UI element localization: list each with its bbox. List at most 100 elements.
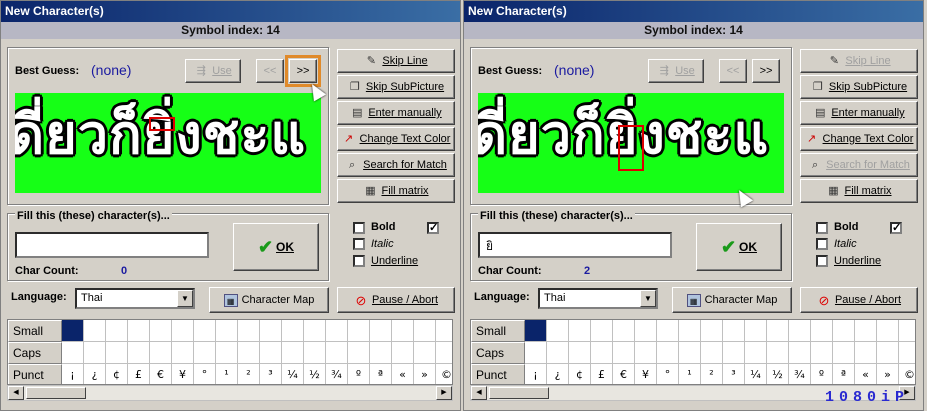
grid-cell[interactable]: ¥	[172, 364, 194, 384]
search-for-match-button[interactable]: ⌕ Search for Match	[337, 153, 455, 177]
grid-cell[interactable]	[106, 320, 128, 342]
grid-cell[interactable]	[194, 342, 216, 364]
grid-cell[interactable]	[128, 342, 150, 364]
grid-row-caps[interactable]: Caps	[8, 342, 62, 364]
grid-row-caps[interactable]: Caps	[471, 342, 525, 364]
grid-cell[interactable]	[436, 342, 452, 364]
language-select[interactable]: Thai ▼	[538, 288, 658, 309]
grid-cell[interactable]	[370, 342, 392, 364]
scroll-left-icon[interactable]: ◀	[471, 386, 487, 400]
grid-cell[interactable]	[635, 320, 657, 342]
grid-cell[interactable]: ©	[899, 364, 915, 384]
grid-row-small[interactable]: Small	[8, 320, 62, 342]
chevron-down-icon[interactable]: ▼	[177, 290, 193, 307]
italic-checkbox[interactable]	[353, 238, 365, 250]
grid-cell[interactable]: ¹	[679, 364, 701, 384]
bold-checkbox[interactable]	[353, 222, 365, 234]
fill-matrix-button[interactable]: ▦ Fill matrix	[800, 179, 918, 203]
grid-cell[interactable]	[811, 320, 833, 342]
grid-cell[interactable]: °	[194, 364, 216, 384]
grid-cell[interactable]	[392, 320, 414, 342]
grid-cell[interactable]	[414, 320, 436, 342]
grid-cell[interactable]: «	[855, 364, 877, 384]
grid-cell[interactable]	[392, 342, 414, 364]
grid-cell[interactable]	[326, 320, 348, 342]
skip-subpicture-button[interactable]: ❐ Skip SubPicture	[800, 75, 918, 99]
grid-cell[interactable]: º	[811, 364, 833, 384]
scroll-thumb[interactable]	[26, 387, 86, 399]
grid-cell[interactable]	[877, 320, 899, 342]
grid-cell[interactable]	[723, 320, 745, 342]
enter-manually-button[interactable]: ▤ Enter manually	[800, 101, 918, 125]
grid-cell[interactable]: €	[150, 364, 172, 384]
next-button[interactable]: >>	[752, 59, 780, 83]
skip-line-button[interactable]: ✎ Skip Line	[337, 49, 455, 73]
grid-cell[interactable]: €	[613, 364, 635, 384]
grid-cell[interactable]	[591, 342, 613, 364]
grid-cell[interactable]: ³	[723, 364, 745, 384]
grid-cell[interactable]	[613, 342, 635, 364]
fill-matrix-button[interactable]: ▦ Fill matrix	[337, 179, 455, 203]
ok-button[interactable]: ✔ OK	[696, 223, 782, 271]
grid-cell[interactable]: ²	[238, 364, 260, 384]
grid-cell[interactable]	[172, 342, 194, 364]
grid-cell[interactable]: ¼	[282, 364, 304, 384]
grid-cell[interactable]	[238, 342, 260, 364]
grid-cell[interactable]	[855, 320, 877, 342]
ok-button[interactable]: ✔ OK	[233, 223, 319, 271]
grid-cell[interactable]	[106, 342, 128, 364]
skip-line-button[interactable]: ✎ Skip Line	[800, 49, 918, 73]
grid-cell[interactable]: ¹	[216, 364, 238, 384]
grid-cell[interactable]	[216, 320, 238, 342]
grid-cell[interactable]: ¾	[789, 364, 811, 384]
grid-row-small[interactable]: Small	[471, 320, 525, 342]
bold-checkbox[interactable]	[816, 222, 828, 234]
underline-checkbox[interactable]	[353, 255, 365, 267]
grid-cell[interactable]	[591, 320, 613, 342]
grid-cell[interactable]: »	[877, 364, 899, 384]
grid-cell[interactable]: ¼	[745, 364, 767, 384]
grid-cell[interactable]: £	[128, 364, 150, 384]
bold-check-indicator[interactable]: ✓	[890, 222, 902, 234]
chevron-down-icon[interactable]: ▼	[640, 290, 656, 307]
grid-cell[interactable]	[84, 342, 106, 364]
grid-cell[interactable]: ³	[260, 364, 282, 384]
grid-cell[interactable]	[569, 342, 591, 364]
grid-cell[interactable]	[745, 320, 767, 342]
search-for-match-button[interactable]: ⌕ Search for Match	[800, 153, 918, 177]
change-text-color-button[interactable]: ↗ Change Text Color	[800, 127, 918, 151]
language-select[interactable]: Thai ▼	[75, 288, 195, 309]
previous-button[interactable]: <<	[256, 59, 284, 83]
grid-cell[interactable]: ¾	[326, 364, 348, 384]
grid-cell[interactable]	[723, 342, 745, 364]
grid-cell[interactable]	[789, 342, 811, 364]
grid-cell[interactable]: ²	[701, 364, 723, 384]
grid-cell[interactable]	[304, 320, 326, 342]
grid-cell[interactable]	[789, 320, 811, 342]
underline-checkbox[interactable]	[816, 255, 828, 267]
grid-cell[interactable]: ©	[436, 364, 452, 384]
next-button[interactable]: >>	[285, 55, 321, 87]
grid-cell[interactable]: ¥	[635, 364, 657, 384]
grid-cell[interactable]	[326, 342, 348, 364]
skip-subpicture-button[interactable]: ❐ Skip SubPicture	[337, 75, 455, 99]
grid-cell[interactable]	[348, 320, 370, 342]
scroll-thumb[interactable]	[489, 387, 549, 399]
grid-cell[interactable]: «	[392, 364, 414, 384]
grid-cell[interactable]	[679, 320, 701, 342]
grid-cell[interactable]	[899, 342, 915, 364]
grid-cell[interactable]: ¢	[106, 364, 128, 384]
grid-cell[interactable]: ¿	[84, 364, 106, 384]
grid-cell[interactable]	[62, 320, 84, 342]
grid-row-punct[interactable]: Punct	[471, 364, 525, 384]
pause-abort-button[interactable]: ⊘ Pause / Abort	[800, 287, 918, 313]
grid-cell[interactable]: ¿	[547, 364, 569, 384]
grid-cell[interactable]	[701, 342, 723, 364]
character-map-button[interactable]: ▦ Character Map	[209, 287, 329, 313]
fill-characters-input[interactable]	[15, 232, 209, 258]
grid-cell[interactable]	[657, 342, 679, 364]
grid-cell[interactable]	[767, 342, 789, 364]
grid-cell[interactable]	[679, 342, 701, 364]
grid-cell[interactable]	[833, 320, 855, 342]
enter-manually-button[interactable]: ▤ Enter manually	[337, 101, 455, 125]
